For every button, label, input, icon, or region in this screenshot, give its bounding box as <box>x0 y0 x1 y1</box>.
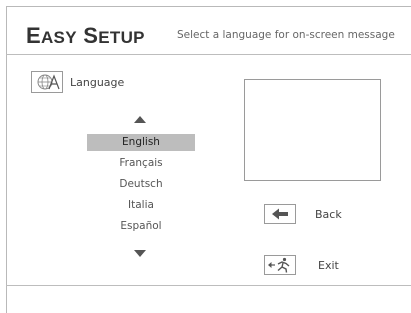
language-icon-box <box>31 71 63 93</box>
title-first-initial: E <box>26 23 41 48</box>
scroll-down-arrow-icon[interactable] <box>134 250 146 257</box>
preview-panel <box>244 79 381 181</box>
page-subtitle: Select a language for on-screen message <box>177 29 395 41</box>
page-title: EASY SETUP <box>26 25 145 47</box>
language-option-deutsch[interactable]: Deutsch <box>87 176 195 193</box>
back-button[interactable] <box>264 204 296 224</box>
scroll-up-arrow-icon[interactable] <box>134 116 146 123</box>
globe-letter-icon <box>37 74 60 90</box>
back-arrow-icon <box>272 208 288 220</box>
header-divider <box>6 54 411 55</box>
language-option-english[interactable]: English <box>87 134 195 151</box>
title-second-rest: ETUP <box>98 28 145 47</box>
title-second-initial: S <box>83 23 99 48</box>
language-option-italia[interactable]: Italia <box>87 197 195 214</box>
exit-button[interactable] <box>264 255 296 275</box>
title-first-rest: ASY <box>40 28 77 47</box>
exit-runner-icon <box>268 257 290 273</box>
footer-divider <box>6 285 411 286</box>
language-option-espanol[interactable]: Español <box>87 218 195 235</box>
language-option-francais[interactable]: Français <box>87 155 195 172</box>
language-list: English Français Deutsch Italia Español <box>87 134 195 239</box>
exit-label[interactable]: Exit <box>318 260 339 271</box>
back-label[interactable]: Back <box>315 209 342 220</box>
language-label: Language <box>70 76 125 89</box>
